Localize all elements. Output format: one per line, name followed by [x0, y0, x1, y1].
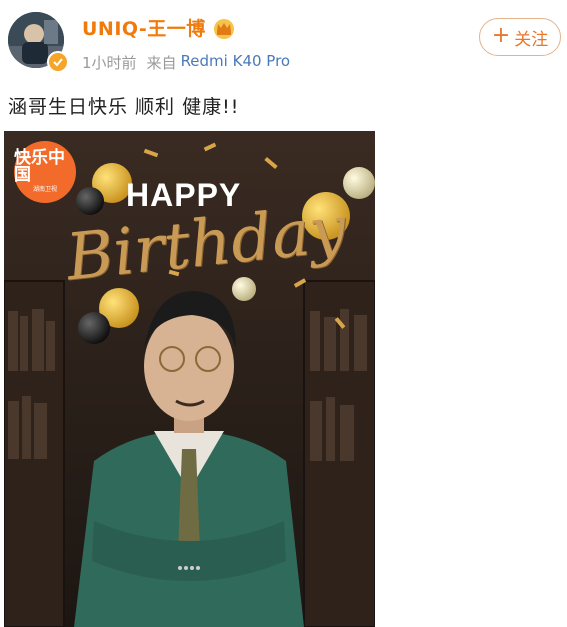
source-prefix: 来自 — [146, 54, 177, 72]
post-meta: 1小时前 来自 Redmi K40 Pro — [82, 52, 290, 73]
post-time: 1小时前 — [82, 54, 137, 72]
post-image[interactable]: 快乐中国 湖南卫视 HAPPY Birthday — [4, 131, 375, 627]
logo-sub: 湖南卫视 — [32, 186, 57, 193]
post-text: 涵哥生日快乐 顺利 健康!! — [8, 96, 240, 118]
username-text[interactable]: UNIQ-王一博 — [82, 14, 206, 41]
username[interactable]: UNIQ-王一博 — [82, 14, 236, 41]
device-link[interactable]: Redmi K40 Pro — [181, 52, 291, 73]
follow-button[interactable]: + 关注 — [479, 18, 561, 56]
weibo-post: UNIQ-王一博 1小时前 来自 Redmi K40 Pro + 关注 涵哥生日… — [0, 0, 567, 627]
follow-label: 关注 — [514, 29, 549, 50]
plus-icon: + — [491, 23, 511, 48]
crown-icon — [212, 17, 236, 39]
verified-badge-icon — [47, 51, 69, 73]
poster-logo: 快乐中国 湖南卫视 — [14, 141, 76, 203]
logo-text: 快乐中国 — [14, 148, 65, 185]
